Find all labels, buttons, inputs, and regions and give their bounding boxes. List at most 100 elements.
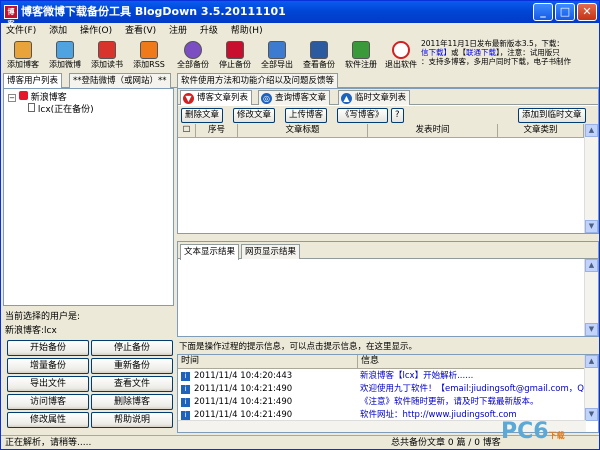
expand-icon[interactable]: −	[8, 94, 16, 102]
menu-register[interactable]: 注册	[164, 23, 192, 39]
tree-user-item[interactable]: lcx(正在备份)	[8, 103, 169, 115]
tab-login-weibo[interactable]: **登陆微博（或网站）**	[69, 73, 171, 88]
info-icon: i	[181, 398, 190, 407]
article-table-header: ☐ 序号 文章标题 发表时间 文章类别	[178, 124, 584, 138]
col-title[interactable]: 文章标题	[238, 124, 368, 138]
maximize-button[interactable]: □	[555, 3, 575, 21]
menu-bar: 文件(F) 添加 操作(O) 查看(V) 注册 升级 帮助(H)	[1, 23, 599, 39]
add-blog-icon	[14, 41, 32, 59]
tab-temp-articles[interactable]: ▲ 临时文章列表	[338, 90, 411, 105]
backup-all-button[interactable]: 全部备份	[173, 39, 213, 73]
add-weibo-icon	[56, 41, 74, 59]
stop-backup-button[interactable]: 停止备份	[215, 39, 255, 73]
app-window: 博客 博客微博下载备份工具 BlogDown 3.5.20111101 _ □ …	[0, 0, 600, 450]
status-left: 正在解析，请稍等.....	[5, 438, 92, 448]
scroll-down-icon[interactable]: ▼	[585, 220, 598, 233]
minimize-button[interactable]: _	[533, 3, 553, 21]
article-help-button[interactable]: ?	[391, 108, 404, 123]
update-notice: 2011年11月1日发布最新版本3.5，下载： 信下载】或【联通下载】，注意：试…	[421, 39, 599, 67]
add-to-temp-button[interactable]: 添加到临时文章	[518, 108, 586, 123]
result-scrollbar[interactable]: ▲ ▼	[584, 259, 598, 336]
tab-usage-help[interactable]: 软件使用方法和功能介绍以及问题反馈等	[177, 73, 339, 88]
scroll-up-icon[interactable]: ▲	[585, 124, 598, 137]
sina-blog-icon	[18, 91, 28, 100]
tab-blog-users[interactable]: 博客用户列表	[3, 73, 63, 89]
select-all-checkbox[interactable]: ☐	[178, 124, 196, 138]
tab-text-result[interactable]: 文本显示结果	[180, 244, 240, 260]
col-date[interactable]: 发表时间	[368, 124, 498, 138]
watermark-logo: PC6下载	[501, 419, 565, 444]
exit-icon	[392, 41, 410, 59]
blog-user-tree[interactable]: − 新浪博客 lcx(正在备份)	[3, 88, 174, 306]
add-book-button[interactable]: 添加读书	[87, 39, 127, 73]
view-backup-button[interactable]: 查看备份	[299, 39, 339, 73]
search-icon: ◎	[261, 93, 272, 104]
info-icon: i	[181, 385, 190, 394]
tree-root[interactable]: − 新浪博客	[8, 91, 169, 103]
write-blog-button[interactable]: 《写博客》	[337, 108, 388, 123]
menu-view[interactable]: 查看(V)	[120, 23, 161, 39]
menu-help[interactable]: 帮助(H)	[226, 23, 268, 39]
add-blog-button[interactable]: 添加博客	[3, 39, 43, 73]
tab-web-result[interactable]: 网页显示结果	[241, 244, 301, 259]
log-row[interactable]: i 2011/11/4 10:4:20:443 新浪博客【lcx】开始解析.....…	[178, 370, 586, 383]
edit-article-button[interactable]: 修改文章	[233, 108, 276, 123]
stop-icon	[226, 41, 244, 59]
log-col-time[interactable]: 时间	[178, 355, 358, 369]
unicom-download-link[interactable]: 联通下载	[466, 48, 496, 57]
window-title: 博客微博下载备份工具 BlogDown 3.5.20111101	[21, 5, 286, 18]
exit-button[interactable]: 退出软件	[381, 39, 421, 73]
tab-article-list[interactable]: ▼ 博客文章列表	[180, 90, 253, 105]
menu-operate[interactable]: 操作(O)	[75, 23, 117, 39]
info-icon: i	[181, 411, 190, 420]
close-button[interactable]: ✕	[577, 3, 597, 21]
result-text-area[interactable]	[178, 259, 584, 336]
tab-search-articles[interactable]: ◎ 查询博客文章	[258, 90, 331, 105]
log-scrollbar[interactable]: ▲ ▼	[584, 355, 598, 421]
article-tabs: ▼ 博客文章列表 ◎ 查询博客文章 ▲ 临时文章列表	[178, 89, 598, 105]
down-arrow-icon: ▼	[183, 93, 194, 104]
app-logo-icon: 博客	[4, 5, 18, 28]
view-file-button[interactable]: 查看文件	[91, 376, 173, 392]
export-all-button[interactable]: 全部导出	[257, 39, 297, 73]
log-hint: 下面是操作过程的提示信息，可以点击提示信息，在这里显示。	[179, 342, 418, 352]
scroll-up-icon[interactable]: ▲	[585, 259, 598, 272]
scroll-down-icon[interactable]: ▼	[585, 323, 598, 336]
notice-line-1: 2011年11月1日发布最新版本3.5，下载：	[421, 39, 564, 48]
log-row[interactable]: i 2011/11/4 10:4:21:490 《注意》软件随时更新，请及时下载最新…	[178, 396, 586, 409]
menu-file[interactable]: 文件(F)	[1, 23, 41, 39]
add-rss-button[interactable]: 添加RSS	[129, 39, 169, 73]
col-index[interactable]: 序号	[196, 124, 238, 138]
stop-backup-side-button[interactable]: 停止备份	[91, 340, 173, 356]
backup-all-icon	[184, 41, 202, 59]
register-button[interactable]: 软件注册	[341, 39, 381, 73]
scroll-down-icon[interactable]: ▼	[585, 408, 598, 421]
col-category[interactable]: 文章类别	[498, 124, 584, 138]
article-scrollbar[interactable]: ▲ ▼	[584, 124, 598, 233]
telecom-download-link[interactable]: 信下载】	[421, 48, 451, 57]
toolbar: 添加博客 添加微博 添加读书 添加RSS 全部备份 停止备份 全部导出 查看备份…	[1, 39, 421, 73]
scroll-up-icon[interactable]: ▲	[585, 355, 598, 368]
add-weibo-button[interactable]: 添加微博	[45, 39, 85, 73]
upload-blog-button[interactable]: 上传博客	[285, 108, 328, 123]
up-arrow-icon: ▲	[341, 93, 352, 104]
notice-line-2: 信下载】或【联通下载】，注意：试用版只	[421, 48, 560, 57]
incremental-backup-button[interactable]: 增量备份	[7, 358, 89, 374]
log-col-info[interactable]: 信息	[358, 355, 586, 369]
menu-add[interactable]: 添加	[44, 23, 72, 39]
info-icon: i	[181, 372, 190, 381]
visit-blog-button[interactable]: 访问博客	[7, 394, 89, 410]
article-panel: ▼ 博客文章列表 ◎ 查询博客文章 ▲ 临时文章列表 删除文章 修改文章 上传博客 《…	[177, 88, 599, 234]
start-backup-button[interactable]: 开始备份	[7, 340, 89, 356]
rss-icon	[140, 41, 158, 59]
edit-properties-button[interactable]: 修改属性	[7, 412, 89, 428]
menu-upgrade[interactable]: 升级	[195, 23, 223, 39]
delete-blog-button[interactable]: 删除博客	[91, 394, 173, 410]
rebackup-button[interactable]: 重新备份	[91, 358, 173, 374]
title-bar[interactable]: 博客 博客微博下载备份工具 BlogDown 3.5.20111101 _ □ …	[1, 1, 599, 28]
delete-article-button[interactable]: 删除文章	[181, 108, 224, 123]
export-file-button[interactable]: 导出文件	[7, 376, 89, 392]
help-button[interactable]: 帮助说明	[91, 412, 173, 428]
log-row[interactable]: i 2011/11/4 10:4:21:490 欢迎使用九丁软件！【email:ji…	[178, 383, 586, 396]
export-icon	[268, 41, 286, 59]
